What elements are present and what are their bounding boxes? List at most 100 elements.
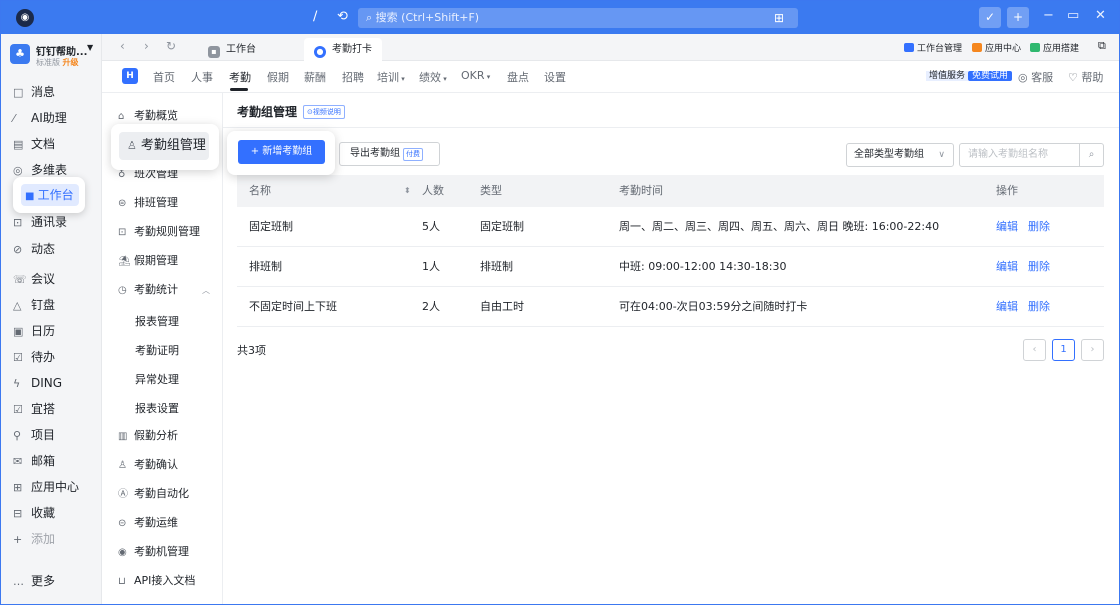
sub-scheduling[interactable]: ⊜ 排班管理 <box>118 193 178 213</box>
forward-icon[interactable]: › <box>144 39 149 53</box>
nav-add[interactable]: + 添加 <box>13 528 55 550</box>
nav-calendar[interactable]: ▣ 日历 <box>13 320 55 342</box>
group-type-select[interactable]: 全部类型考勤组 ∨ <box>846 143 954 167</box>
sub-confirm[interactable]: ♙ 考勤确认 <box>118 455 178 475</box>
device-icon: ◉ <box>118 547 127 558</box>
nav-todo[interactable]: ☑ 待办 <box>13 346 55 368</box>
message-icon: □ <box>13 86 24 99</box>
free-trial-tag[interactable]: 免费试用 <box>968 71 1013 81</box>
tab-workbench[interactable]: ▪ 工作台 <box>208 38 256 61</box>
org-name: 钉钉帮助... <box>36 47 88 58</box>
edit-link[interactable]: 编辑 <box>996 247 1018 287</box>
sub-report-manage[interactable]: 报表管理 <box>135 313 179 329</box>
row-count: 1人 <box>422 260 440 273</box>
support-link[interactable]: ◎ 客服 <box>1018 69 1053 85</box>
favorites-icon: ⊟ <box>13 507 23 520</box>
modnav-recruit[interactable]: 招聘 <box>342 69 364 85</box>
sub-stats[interactable]: ◷ 考勤统计 <box>118 280 178 300</box>
modnav-attendance[interactable]: 考勤 <box>229 69 251 85</box>
sub-exception[interactable]: 异常处理 <box>135 371 179 387</box>
page-title: 考勤组管理 <box>237 105 298 119</box>
upgrade-link[interactable]: 升级 <box>63 58 79 67</box>
delete-link[interactable]: 删除 <box>1028 207 1050 247</box>
edit-link[interactable]: 编辑 <box>996 207 1018 247</box>
group-search-input[interactable]: 请输入考勤组名称 ⌕ <box>959 143 1104 167</box>
tab-attendance[interactable]: ● 考勤打卡 <box>304 38 382 61</box>
nav-message[interactable]: □ 消息 <box>13 81 55 103</box>
back-icon[interactable]: ‹ <box>120 39 125 53</box>
add-group-button[interactable]: + 新增考勤组 <box>238 140 325 164</box>
nav-workbench[interactable]: ■ 工作台 <box>21 184 79 206</box>
nav-docs[interactable]: ▤ 文档 <box>13 133 55 155</box>
modnav-hr[interactable]: 人事 <box>191 69 213 85</box>
api-icon: ⊔ <box>118 576 126 587</box>
sub-attendance-proof[interactable]: 考勤证明 <box>135 342 179 358</box>
video-guide-link[interactable]: ⊙视频说明 <box>303 105 345 119</box>
export-groups-button[interactable]: 导出考勤组 付费 <box>339 142 440 166</box>
nav-favorites[interactable]: ⊟ 收藏 <box>13 502 55 524</box>
quick-icon[interactable]: ✓ <box>979 7 1001 28</box>
nav-app-center[interactable]: ⊞ 应用中心 <box>13 476 79 498</box>
global-search[interactable]: ⌕ 搜索 (Ctrl+Shift+F) ⊞ <box>358 8 798 28</box>
sub-automation[interactable]: Ⓐ 考勤自动化 <box>118 484 189 504</box>
modnav-okr[interactable]: OKR ▾ <box>461 69 490 82</box>
sub-ops[interactable]: ⊝ 考勤运维 <box>118 513 178 533</box>
sub-overview[interactable]: ⌂ 考勤概览 <box>118 106 178 126</box>
value-service-badge[interactable]: 增值服务 免费试用 <box>926 69 1013 84</box>
modnav-training[interactable]: 培训 ▾ <box>377 69 405 85</box>
sub-group-manage[interactable]: ♙ 考勤组管理 <box>119 132 209 160</box>
nav-yida[interactable]: ☑ 宜搭 <box>13 398 55 420</box>
sub-rules[interactable]: ⊡ 考勤规则管理 <box>118 222 200 242</box>
modnav-payroll[interactable]: 薪酬 <box>304 69 326 85</box>
grid-icon[interactable]: ⊞ <box>774 8 784 28</box>
edit-link[interactable]: 编辑 <box>996 287 1018 327</box>
modnav-settings[interactable]: 设置 <box>544 69 566 85</box>
col-time: 考勤时间 <box>619 184 663 197</box>
workbench-manage-link[interactable]: 工作台管理 <box>904 41 962 54</box>
search-icon[interactable]: ⌕ <box>1079 144 1103 166</box>
app-center-link[interactable]: 应用中心 <box>972 41 1021 54</box>
module-nav: H 首页 人事 考勤 假期 薪酬 招聘 培训 ▾ 绩效 ▾ OKR ▾ 盘点 设… <box>102 61 1119 93</box>
col-actions: 操作 <box>996 184 1018 197</box>
modnav-inventory[interactable]: 盘点 <box>507 69 529 85</box>
history-icon[interactable]: ⟲ <box>337 9 348 24</box>
prev-page-button[interactable]: ‹ <box>1023 339 1046 361</box>
modnav-performance[interactable]: 绩效 ▾ <box>419 69 447 85</box>
left-nav: ♣ 钉钉帮助... ▼ 标准版 升级 □ 消息 ⁄ AI助理 ▤ 文档 ◎ 多维表 ⊡ 通… <box>1 34 102 604</box>
popout-icon[interactable]: ⧉ <box>1098 39 1106 53</box>
sub-leave-analysis[interactable]: ▥ 假勤分析 <box>118 426 178 446</box>
sort-icon[interactable]: ⬍ <box>404 175 411 207</box>
row-name: 固定班制 <box>249 220 293 233</box>
nav-activity[interactable]: ⊘ 动态 <box>13 238 55 260</box>
nav-ding[interactable]: ϟ DING <box>13 372 62 394</box>
nav-meeting[interactable]: ☏ 会议 <box>13 268 55 290</box>
nav-mail[interactable]: ✉ 邮箱 <box>13 450 55 472</box>
modnav-home[interactable]: 首页 <box>153 69 175 85</box>
nav-ai-assistant[interactable]: ⁄ AI助理 <box>13 107 67 129</box>
org-switcher[interactable]: ♣ 钉钉帮助... ▼ 标准版 升级 <box>8 40 100 70</box>
sub-device[interactable]: ◉ 考勤机管理 <box>118 542 189 562</box>
nav-more[interactable]: … 更多 <box>13 570 55 592</box>
minimize-icon[interactable]: − <box>1043 8 1054 23</box>
help-link[interactable]: ♡ 帮助 <box>1068 69 1103 85</box>
nav-drive[interactable]: △ 钉盘 <box>13 294 55 316</box>
app-logo-icon[interactable]: ◉ <box>16 9 34 27</box>
slash-icon[interactable]: ∕ <box>313 9 317 24</box>
refresh-icon[interactable]: ↻ <box>166 39 176 53</box>
modnav-leave[interactable]: 假期 <box>267 69 289 85</box>
restore-icon[interactable]: ▭ <box>1067 8 1079 23</box>
sub-report-settings[interactable]: 报表设置 <box>135 400 179 416</box>
nav-workbench-highlight: ■ 工作台 <box>13 177 85 213</box>
delete-link[interactable]: 删除 <box>1028 287 1050 327</box>
page-button[interactable]: 1 <box>1052 339 1075 361</box>
plus-icon[interactable]: + <box>1007 7 1029 28</box>
nav-contacts[interactable]: ⊡ 通讯录 <box>13 211 67 233</box>
chevron-up-icon[interactable]: ︿ <box>202 285 210 296</box>
app-build-link[interactable]: 应用搭建 <box>1030 41 1079 54</box>
next-page-button[interactable]: › <box>1081 339 1104 361</box>
sub-leave[interactable]: ⛱ 假期管理 <box>118 251 178 271</box>
nav-project[interactable]: ⚲ 项目 <box>13 424 55 446</box>
delete-link[interactable]: 删除 <box>1028 247 1050 287</box>
sub-api-docs[interactable]: ⊔ API接入文档 <box>118 571 195 591</box>
close-icon[interactable]: ✕ <box>1095 8 1106 23</box>
